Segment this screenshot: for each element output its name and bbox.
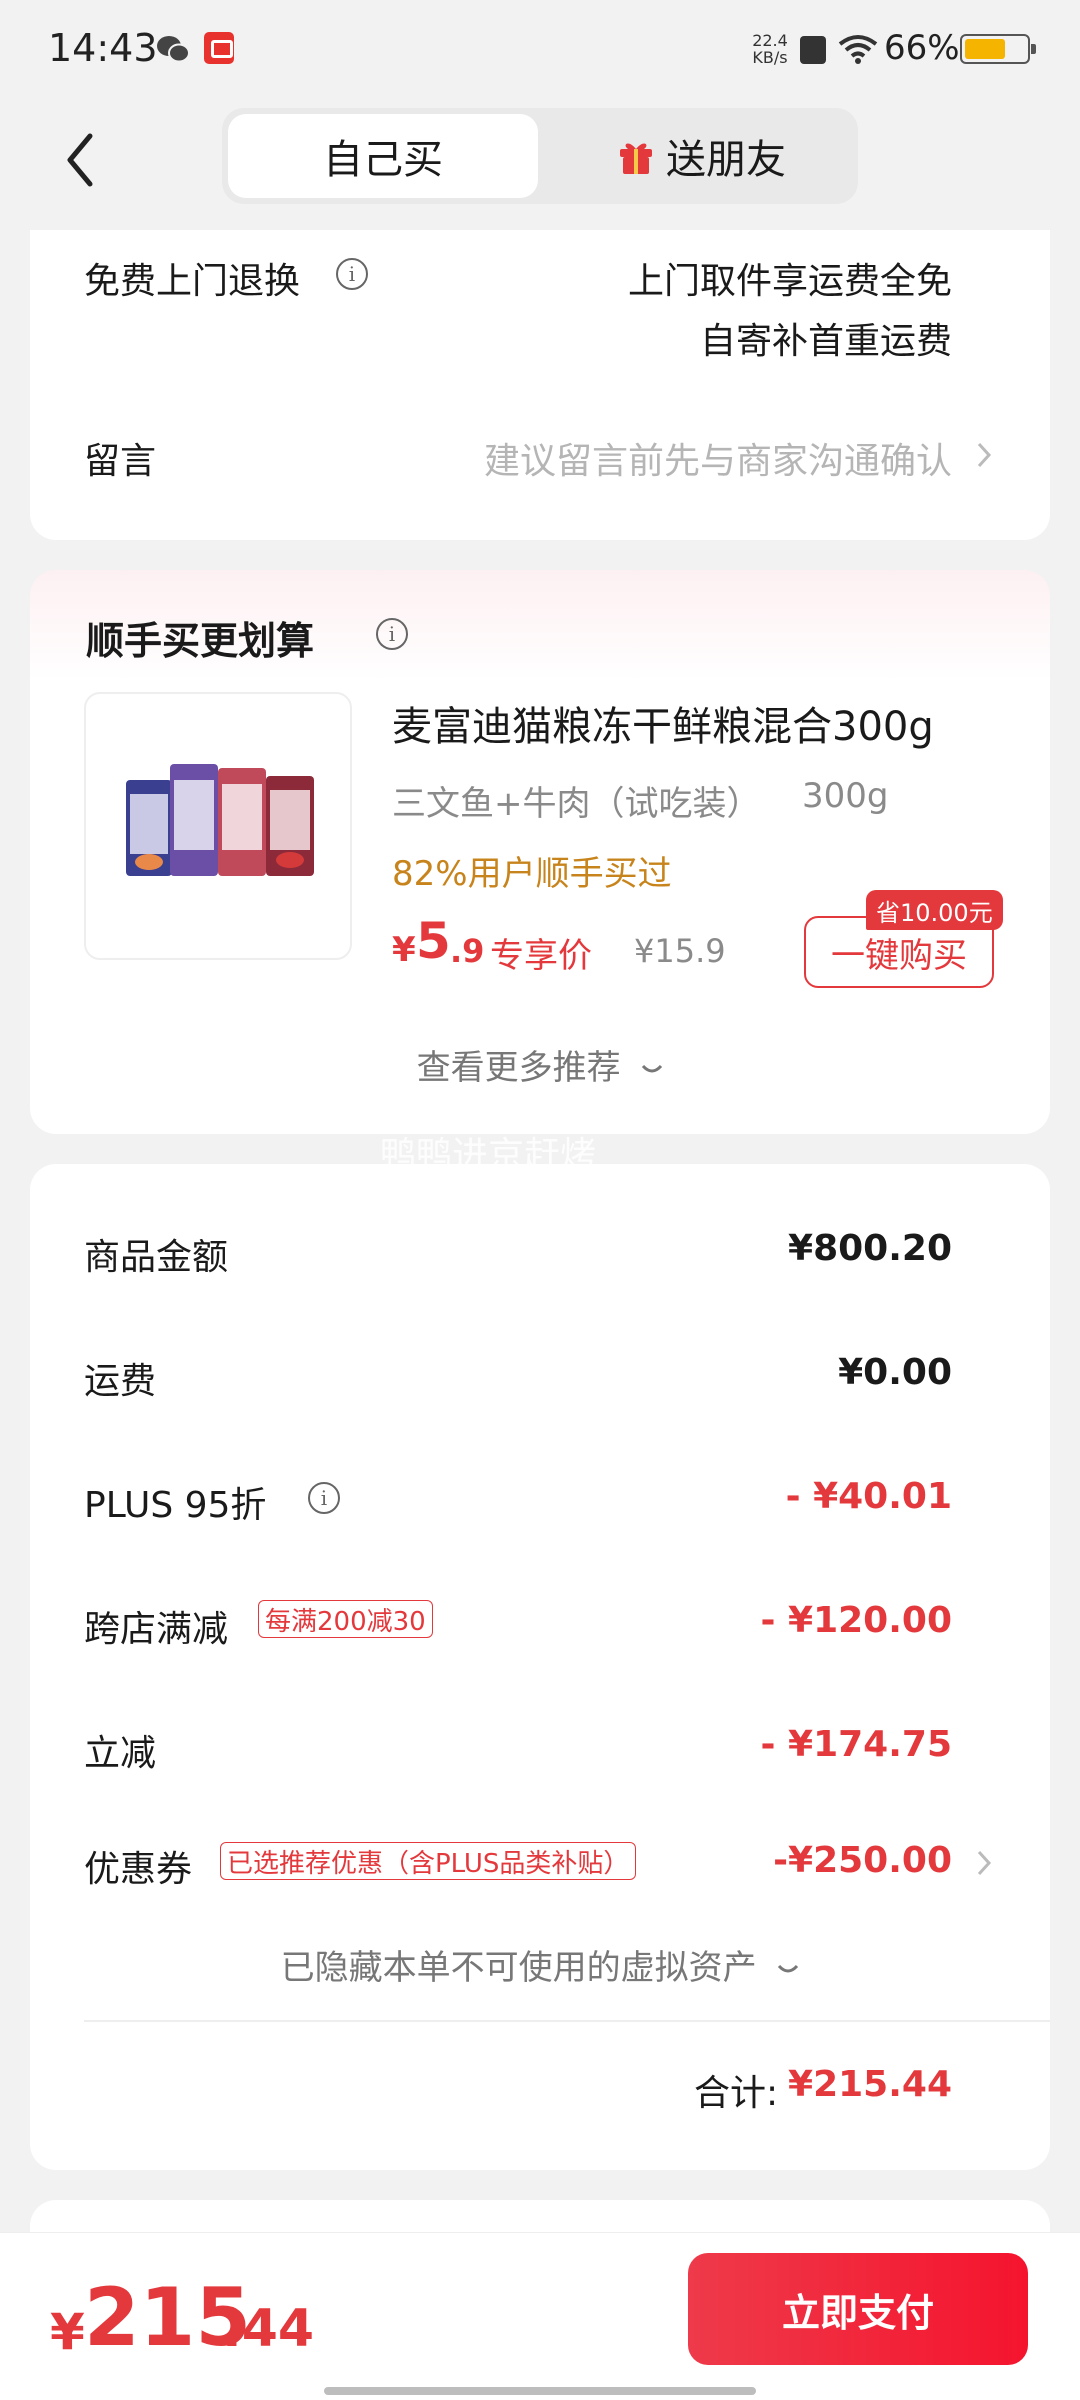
info-icon[interactable]: i: [336, 258, 368, 290]
recommendation-title: 顺手买更划算: [86, 619, 315, 663]
total-label: 合计:: [694, 2073, 779, 2114]
home-indicator[interactable]: [324, 2387, 756, 2395]
coupon-tag[interactable]: 已选推荐优惠（含PLUS品类补贴）: [220, 1842, 637, 1880]
goods-amount-label: 商品金额: [84, 1237, 229, 1278]
tab-gift-to-friend-label: 送朋友: [666, 137, 786, 183]
tab-buy-for-self-label: 自己买: [323, 137, 443, 183]
info-icon[interactable]: i: [308, 1482, 340, 1514]
chevron-down-icon: [642, 1064, 663, 1072]
more-recommendations-label: 查看更多推荐: [416, 1048, 621, 1088]
purchase-mode-tabs: 自己买 送朋友: [222, 108, 858, 204]
hidden-assets-label: 已隐藏本单不可使用的虚拟资产: [280, 1948, 757, 1988]
wifi-icon: [838, 35, 878, 64]
original-price: ¥15.9: [634, 932, 726, 970]
network-speed: 22.4 KB/s: [750, 32, 790, 66]
product-image[interactable]: [84, 692, 352, 960]
exclusive-price-tag: 专享价: [490, 936, 592, 976]
wechat-icon: [157, 36, 190, 63]
network-speed-value: 22.4: [752, 31, 788, 50]
divider: [84, 2020, 1050, 2022]
back-arrow-icon[interactable]: [62, 130, 102, 190]
price-decimal: .9: [450, 932, 485, 970]
total-value: ¥215.44: [788, 2064, 952, 2105]
more-recommendations-link[interactable]: 查看更多推荐: [30, 1040, 1050, 1089]
pay-price-symbol: ¥: [50, 2303, 85, 2361]
cross-store-discount-label: 跨店满减: [84, 1609, 229, 1650]
chevron-down-icon: [778, 1964, 799, 1972]
tab-gift-to-friend[interactable]: 送朋友: [552, 114, 852, 198]
shipping-value: ¥0.00: [838, 1352, 952, 1393]
price-integer: 5: [416, 912, 451, 970]
status-bar: 14:43 22.4 KB/s 66%: [0, 0, 1080, 100]
price-summary-card: 商品金额 ¥800.20 运费 ¥0.00 PLUS 95折 i - ¥40.0…: [30, 1164, 1050, 2170]
battery-percent: 66%: [884, 28, 960, 68]
battery-tip: [1031, 44, 1036, 54]
note-input[interactable]: 建议留言前先与商家沟通确认: [484, 432, 952, 484]
tab-buy-for-self[interactable]: 自己买: [228, 114, 538, 198]
save-badge: 省10.00元: [866, 890, 1003, 930]
free-return-line1: 上门取件享运费全免: [627, 261, 952, 302]
gift-icon: [620, 143, 652, 174]
pay-now-button[interactable]: 立即支付: [688, 2253, 1028, 2365]
cross-store-promo-tag: 每满200减30: [258, 1600, 433, 1638]
cross-store-discount-value: - ¥120.00: [760, 1600, 952, 1641]
header: 自己买 送朋友: [0, 100, 1080, 230]
plus-discount-value: - ¥40.01: [785, 1476, 952, 1517]
product-spec: 三文鱼+牛肉（试吃装）: [392, 784, 761, 824]
instant-discount-label: 立减: [84, 1733, 157, 1774]
product-name[interactable]: 麦富迪猫粮冻干鲜粮混合300g: [392, 694, 934, 752]
buyers-stat: 82%用户顺手买过: [392, 854, 672, 894]
instant-discount-value: - ¥174.75: [760, 1724, 952, 1765]
price-symbol: ¥: [392, 930, 416, 970]
product-size: 300g: [802, 776, 889, 816]
app-notification-icon: [204, 32, 234, 64]
sim-icon: [800, 36, 826, 64]
goods-amount-value: ¥800.20: [788, 1228, 952, 1269]
checkout-bar: ¥ 215 .44 立即支付: [0, 2232, 1080, 2400]
product-image-illustration: [126, 764, 314, 876]
battery-level-fill: [965, 39, 1005, 59]
free-return-line2: 自寄补首重运费: [699, 321, 952, 362]
shipping-label: 运费: [84, 1361, 157, 1402]
service-card: 免费上门退换 i 上门取件享运费全免 自寄补首重运费 留言 建议留言前先与商家沟…: [30, 230, 1050, 540]
hidden-assets-toggle[interactable]: 已隐藏本单不可使用的虚拟资产: [30, 1940, 1050, 1989]
free-return-label: 免费上门退换: [84, 261, 301, 302]
info-icon[interactable]: i: [376, 618, 408, 650]
status-time: 14:43: [48, 26, 158, 70]
pay-price-decimal: .44: [222, 2299, 315, 2359]
battery-icon: [960, 34, 1036, 64]
note-label: 留言: [84, 441, 157, 482]
chevron-right-icon[interactable]: [974, 1848, 994, 1878]
chevron-right-icon[interactable]: [974, 440, 994, 470]
coupon-value[interactable]: -¥250.00: [773, 1840, 952, 1881]
plus-discount-label: PLUS 95折: [84, 1485, 267, 1526]
coupon-label: 优惠券: [84, 1849, 193, 1890]
network-speed-unit: KB/s: [752, 48, 788, 67]
recommendation-card: 顺手买更划算 i 麦富迪猫粮冻干鲜粮混合300g 三文鱼+牛肉（试吃装） 300…: [30, 570, 1050, 1134]
